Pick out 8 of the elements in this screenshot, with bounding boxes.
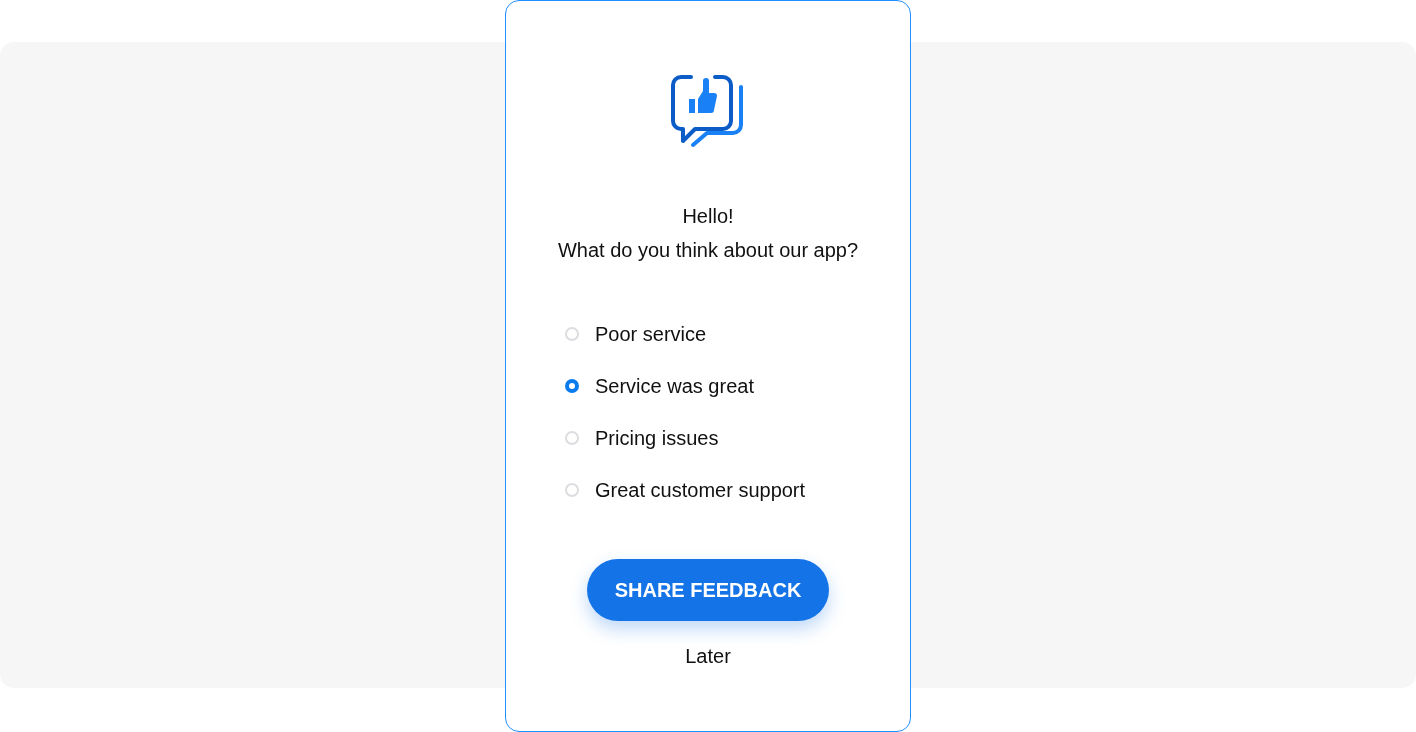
radio-option[interactable]: Great customer support [565, 475, 806, 505]
radio-option[interactable]: Poor service [565, 319, 806, 349]
share-feedback-button[interactable]: SHARE FEEDBACK [587, 559, 829, 621]
later-link[interactable]: Later [685, 643, 731, 669]
question-text: What do you think about our app? [557, 238, 859, 263]
radio-option[interactable]: Service was great [565, 371, 806, 401]
radio-option[interactable]: Pricing issues [565, 423, 806, 453]
greeting-text: Hello! [681, 204, 735, 229]
